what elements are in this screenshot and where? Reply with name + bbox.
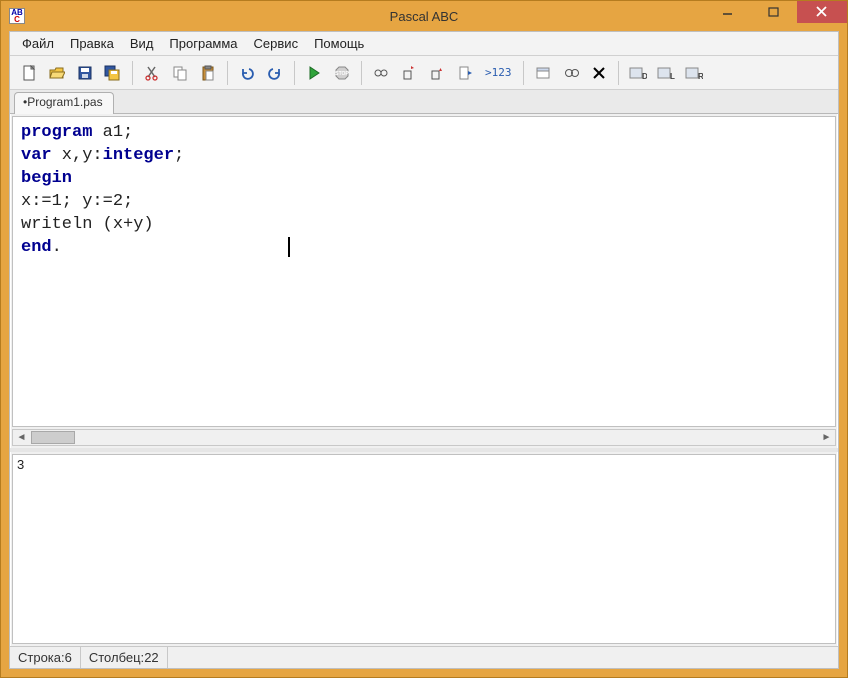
toolbar-separator bbox=[523, 61, 524, 85]
status-line: Строка: 6 bbox=[10, 647, 81, 668]
text-caret bbox=[288, 237, 290, 257]
scroll-right-icon[interactable]: ► bbox=[818, 430, 835, 445]
app-icon: ABC bbox=[9, 8, 25, 24]
menu-program[interactable]: Программа bbox=[161, 34, 245, 53]
undo-button[interactable] bbox=[234, 60, 260, 86]
toolbar-separator bbox=[132, 61, 133, 85]
svg-text:L: L bbox=[670, 72, 675, 81]
new-file-button[interactable] bbox=[16, 60, 42, 86]
menu-view[interactable]: Вид bbox=[122, 34, 162, 53]
robot-d-button[interactable]: D bbox=[625, 60, 651, 86]
open-file-button[interactable] bbox=[44, 60, 70, 86]
client-area: Файл Правка Вид Программа Сервис Помощь bbox=[9, 31, 839, 669]
paste-button[interactable] bbox=[195, 60, 221, 86]
breakpoint-button[interactable] bbox=[452, 60, 478, 86]
maximize-button[interactable] bbox=[751, 1, 797, 23]
close-button[interactable] bbox=[797, 1, 847, 23]
status-column: Столбец: 22 bbox=[81, 647, 168, 668]
app-window: ABC Pascal ABC Файл Правка Вид Программа… bbox=[0, 0, 848, 678]
toolbar-separator bbox=[294, 61, 295, 85]
evaluate-button[interactable]: >123 bbox=[480, 60, 517, 86]
statusbar: Строка: 6 Столбец: 22 bbox=[10, 646, 838, 668]
step-over-button[interactable] bbox=[396, 60, 422, 86]
code-editor[interactable]: program a1; var x,y:integer; begin x:=1;… bbox=[12, 116, 836, 427]
scroll-left-icon[interactable]: ◄ bbox=[13, 430, 30, 445]
scroll-thumb[interactable] bbox=[31, 431, 75, 444]
editor-area: program a1; var x,y:integer; begin x:=1;… bbox=[10, 114, 838, 452]
output-window-button[interactable] bbox=[530, 60, 556, 86]
svg-text:R: R bbox=[698, 72, 703, 81]
copy-button[interactable] bbox=[167, 60, 193, 86]
menubar: Файл Правка Вид Программа Сервис Помощь bbox=[10, 32, 838, 56]
minimize-button[interactable] bbox=[705, 1, 751, 23]
watch-window-button[interactable] bbox=[558, 60, 584, 86]
robot-l-button[interactable]: L bbox=[653, 60, 679, 86]
toolbar: STOP >123 bbox=[10, 56, 838, 90]
menu-service[interactable]: Сервис bbox=[246, 34, 307, 53]
menu-help[interactable]: Помощь bbox=[306, 34, 372, 53]
svg-text:D: D bbox=[642, 72, 647, 81]
save-all-button[interactable] bbox=[100, 60, 126, 86]
delete-button[interactable] bbox=[586, 60, 612, 86]
titlebar: ABC Pascal ABC bbox=[1, 1, 847, 31]
menu-file[interactable]: Файл bbox=[14, 34, 62, 53]
tab-program1[interactable]: •Program1.pas bbox=[14, 92, 114, 114]
stop-button[interactable]: STOP bbox=[329, 60, 355, 86]
step-out-button[interactable] bbox=[424, 60, 450, 86]
step-into-button[interactable] bbox=[368, 60, 394, 86]
horizontal-scrollbar[interactable]: ◄ ► bbox=[12, 429, 836, 446]
redo-button[interactable] bbox=[262, 60, 288, 86]
robot-r-button[interactable]: R bbox=[681, 60, 707, 86]
toolbar-separator bbox=[227, 61, 228, 85]
toolbar-separator bbox=[618, 61, 619, 85]
output-panel[interactable]: 3 bbox=[12, 454, 836, 644]
run-button[interactable] bbox=[301, 60, 327, 86]
tabstrip: •Program1.pas bbox=[10, 90, 838, 114]
cut-button[interactable] bbox=[139, 60, 165, 86]
svg-text:STOP: STOP bbox=[335, 71, 349, 77]
menu-edit[interactable]: Правка bbox=[62, 34, 122, 53]
save-button[interactable] bbox=[72, 60, 98, 86]
toolbar-separator bbox=[361, 61, 362, 85]
window-controls bbox=[705, 1, 847, 23]
output-text: 3 bbox=[17, 457, 24, 472]
